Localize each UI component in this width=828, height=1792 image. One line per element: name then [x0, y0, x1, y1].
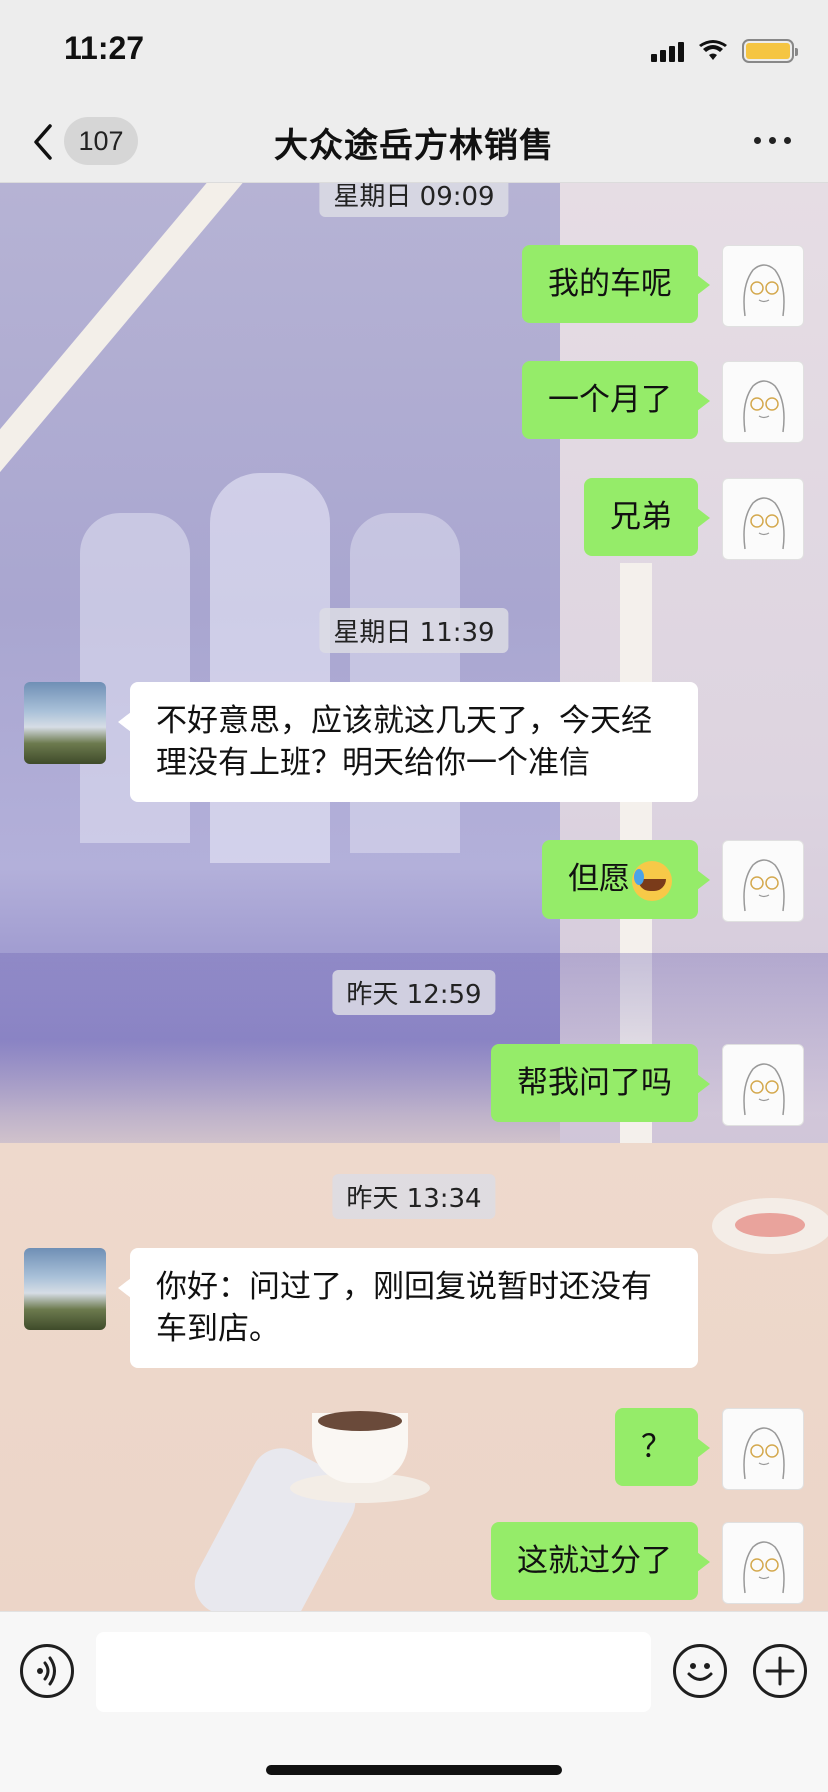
- timestamp: 星期日 09:09: [319, 183, 509, 217]
- more-actions-button[interactable]: [753, 1644, 807, 1698]
- timestamp: 昨天 13:34: [332, 1174, 496, 1219]
- plus-icon: [765, 1656, 795, 1686]
- message-input[interactable]: [96, 1632, 651, 1712]
- avatar-girl-icon: [743, 1541, 785, 1594]
- my-avatar[interactable]: [722, 361, 804, 443]
- voice-wave-icon: [37, 1656, 56, 1686]
- my-avatar[interactable]: [722, 1044, 804, 1126]
- outgoing-message-bubble[interactable]: ？: [615, 1408, 710, 1486]
- outgoing-message-bubble[interactable]: 一个月了: [522, 361, 710, 439]
- status-icons: [651, 36, 798, 66]
- contact-avatar[interactable]: [24, 682, 106, 764]
- avatar-girl-icon: [743, 1063, 785, 1116]
- incoming-message-bubble[interactable]: 不好意思，应该就这几天了，今天经理没有上班？明天给你一个准信: [118, 682, 698, 802]
- input-bar: [0, 1611, 828, 1792]
- voice-input-button[interactable]: [20, 1644, 74, 1698]
- avatar-girl-icon: [743, 497, 785, 550]
- my-avatar[interactable]: [722, 245, 804, 327]
- status-time: 11:27: [64, 30, 145, 66]
- timestamp: 昨天 12:59: [332, 970, 496, 1015]
- my-avatar[interactable]: [722, 840, 804, 922]
- chat-header: 107 大众途岳方林销售: [0, 100, 828, 183]
- status-bar: 11:27: [0, 0, 828, 100]
- battery-level: [746, 43, 790, 59]
- wifi-icon: [699, 40, 727, 60]
- avatar-girl-icon: [743, 380, 785, 433]
- incoming-message-bubble[interactable]: 你好：问过了，刚回复说暂时还没有车到店。: [118, 1248, 698, 1368]
- message-text: 但愿: [568, 861, 630, 897]
- rolling-on-floor-laughing-emoji-icon: [632, 860, 672, 901]
- my-avatar[interactable]: [722, 1522, 804, 1604]
- outgoing-message-bubble[interactable]: 帮我问了吗: [491, 1044, 710, 1122]
- contact-avatar[interactable]: [24, 1248, 106, 1330]
- outgoing-message-bubble[interactable]: 这就过分了: [491, 1522, 710, 1600]
- my-avatar[interactable]: [722, 1408, 804, 1490]
- emoji-button[interactable]: [673, 1644, 727, 1698]
- outgoing-message-bubble[interactable]: 但愿: [542, 840, 710, 919]
- my-avatar[interactable]: [722, 478, 804, 560]
- avatar-girl-icon: [743, 859, 785, 912]
- battery-icon: [742, 39, 798, 63]
- smiley-icon: [687, 1663, 713, 1681]
- timestamp: 星期日 11:39: [319, 608, 509, 653]
- message-list[interactable]: 星期日 09:09 我的车呢 一个月了 兄弟 星期日 11:39 不好意思，应该…: [0, 183, 828, 1611]
- outgoing-message-bubble[interactable]: 兄弟: [584, 478, 710, 556]
- chat-title: 大众途岳方林销售: [274, 126, 554, 166]
- home-indicator: [266, 1765, 562, 1775]
- more-options-icon[interactable]: [754, 130, 794, 150]
- outgoing-message-bubble[interactable]: 我的车呢: [522, 245, 710, 323]
- cellular-signal-icon: [651, 40, 684, 62]
- avatar-girl-icon: [743, 1427, 785, 1480]
- avatar-girl-icon: [743, 264, 785, 317]
